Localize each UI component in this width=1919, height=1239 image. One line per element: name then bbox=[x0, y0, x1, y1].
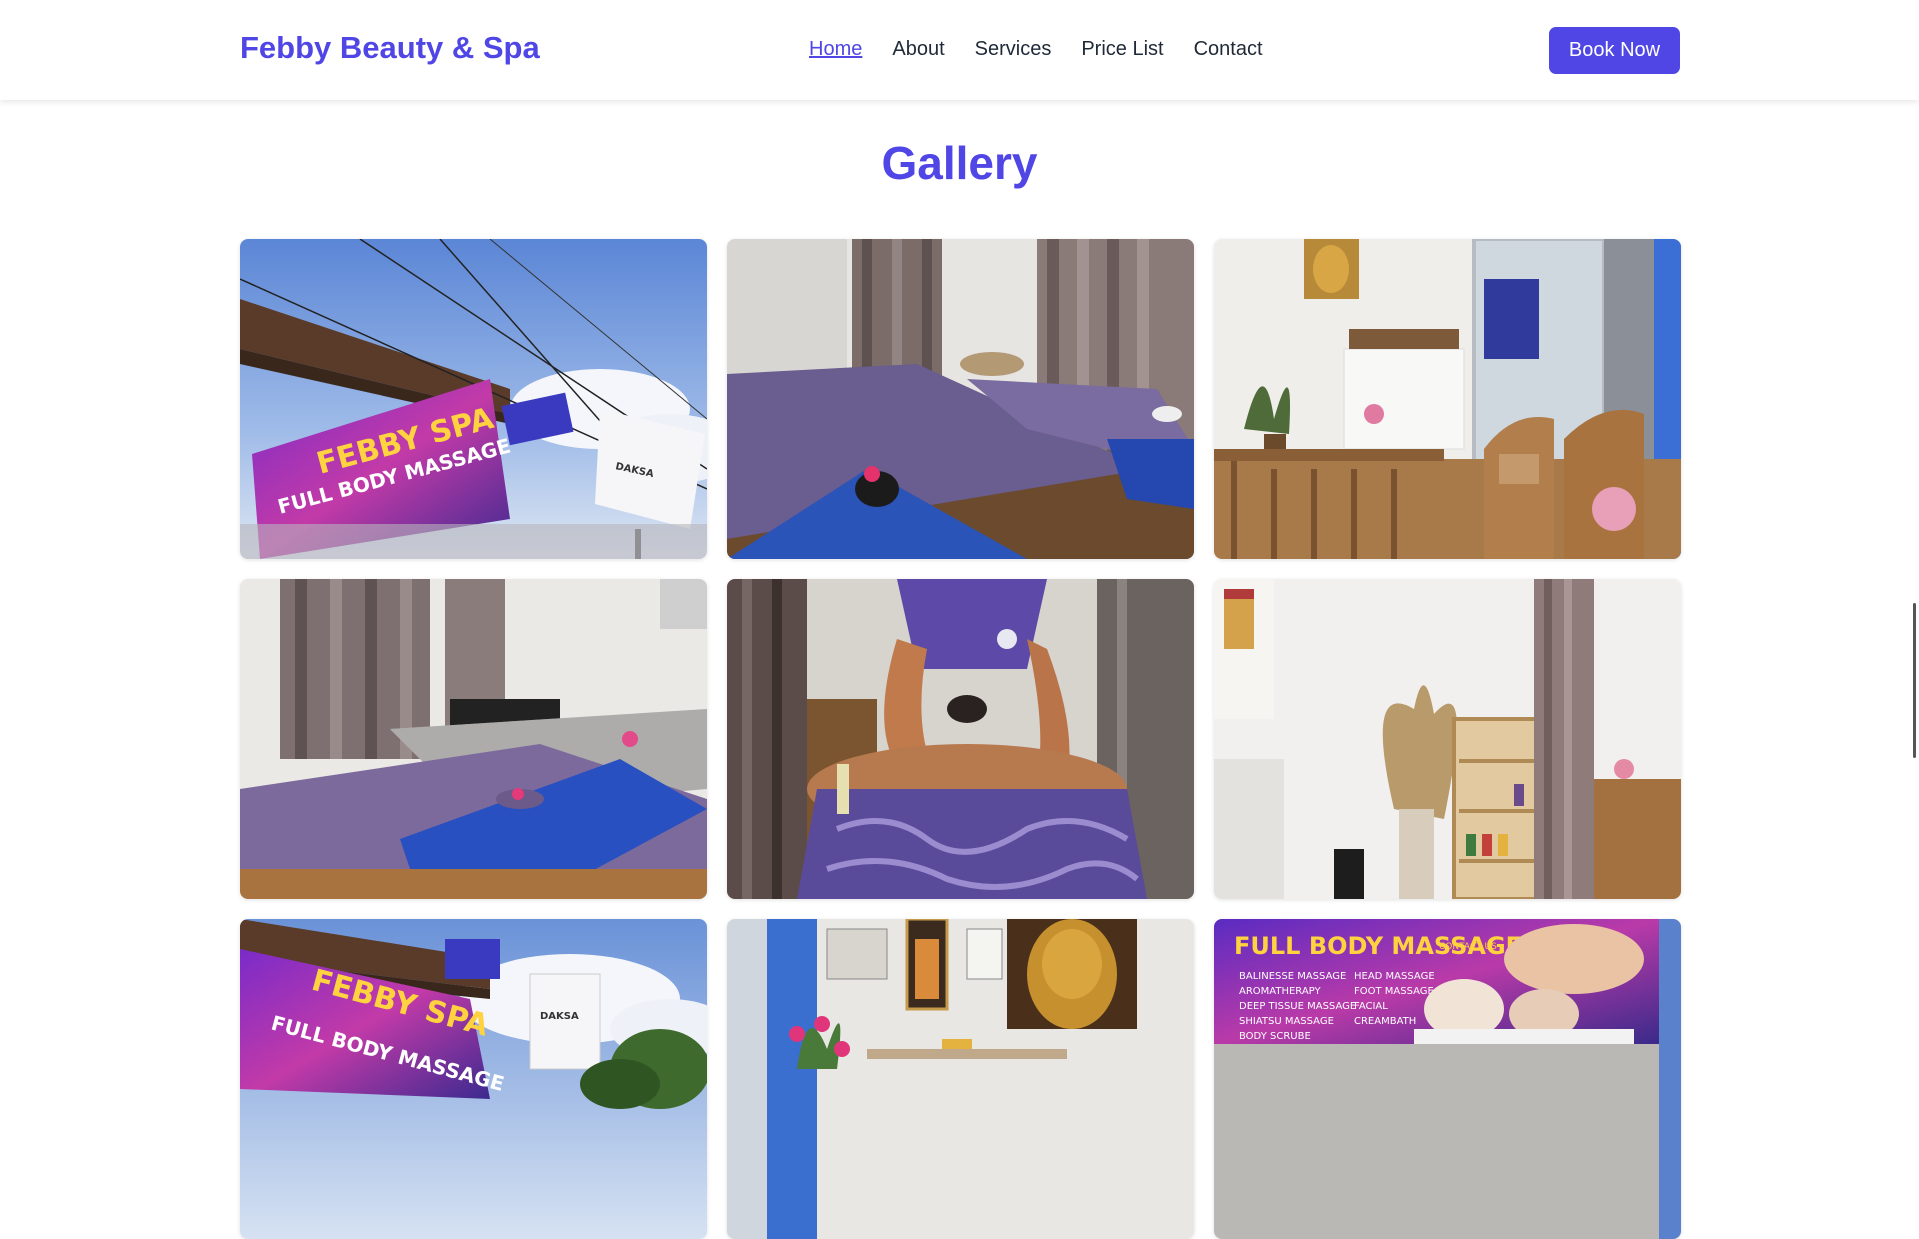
gallery-photo-massage-session[interactable] bbox=[727, 579, 1194, 899]
nav-link-about[interactable]: About bbox=[892, 38, 944, 61]
banner-service-8: FACIAL bbox=[1354, 1001, 1388, 1012]
gallery-photo-massage-beds[interactable] bbox=[727, 239, 1194, 559]
corner-decor-image bbox=[1214, 579, 1681, 899]
nav-link-contact[interactable]: Contact bbox=[1194, 38, 1263, 61]
banner-service-3: DEEP TISSUE MASSAGE bbox=[1239, 1001, 1356, 1012]
main-nav: Home About Services Price List Contact bbox=[809, 38, 1263, 61]
massage-session-image bbox=[727, 579, 1194, 899]
book-now-button[interactable]: Book Now bbox=[1549, 27, 1680, 74]
storefront-sign-image: FEBBY SPA FULL BODY MASSAGE DAKSA bbox=[240, 239, 707, 559]
gallery-photo-lobby[interactable] bbox=[1214, 239, 1681, 559]
gallery-photo-buddha-wall[interactable] bbox=[727, 919, 1194, 1239]
banner-service-2: AROMATHERAPY bbox=[1239, 986, 1321, 997]
gallery-photo-massage-bed-close[interactable] bbox=[240, 579, 707, 899]
banner-service-1: BALINESSE MASSAGE bbox=[1239, 971, 1346, 982]
gallery-grid: FEBBY SPA FULL BODY MASSAGE DAKSA FEBBY … bbox=[240, 239, 1681, 1239]
banner-contact: CONTACT US bbox=[1439, 942, 1497, 952]
banner-service-5: BODY SCRUBE bbox=[1239, 1031, 1311, 1042]
brand-logo-text[interactable]: Febby Beauty & Spa bbox=[240, 30, 540, 66]
top-navbar: Febby Beauty & Spa Home About Services P… bbox=[0, 0, 1919, 100]
page-scrollbar-thumb[interactable] bbox=[1913, 603, 1916, 758]
sign-2-text-daksa: DAKSA bbox=[540, 1011, 579, 1022]
banner-service-6: HEAD MASSAGE bbox=[1354, 971, 1435, 982]
storefront-sign-2-image: FEBBY SPA FULL BODY MASSAGE DAKSA bbox=[240, 919, 707, 1239]
banner-service-4: SHIATSU MASSAGE bbox=[1239, 1016, 1334, 1027]
banner-service-9: CREAMBATH bbox=[1354, 1016, 1416, 1027]
lobby-image bbox=[1214, 239, 1681, 559]
banner-image: FULL BODY MASSAGE BALINESSE MASSAGE AROM… bbox=[1214, 919, 1681, 1239]
nav-link-services[interactable]: Services bbox=[975, 38, 1052, 61]
nav-link-price-list[interactable]: Price List bbox=[1081, 38, 1163, 61]
gallery-title: Gallery bbox=[881, 137, 1038, 189]
gallery-photo-storefront-sign[interactable]: FEBBY SPA FULL BODY MASSAGE DAKSA bbox=[240, 239, 707, 559]
massage-beds-image bbox=[727, 239, 1194, 559]
gallery-photo-corner-decor[interactable] bbox=[1214, 579, 1681, 899]
gallery-photo-banner[interactable]: FULL BODY MASSAGE BALINESSE MASSAGE AROM… bbox=[1214, 919, 1681, 1239]
nav-link-home[interactable]: Home bbox=[809, 38, 862, 61]
buddha-wall-image bbox=[727, 919, 1194, 1239]
gallery-photo-storefront-sign-2[interactable]: FEBBY SPA FULL BODY MASSAGE DAKSA bbox=[240, 919, 707, 1239]
banner-service-7: FOOT MASSAGE bbox=[1354, 986, 1434, 997]
massage-bed-close-image bbox=[240, 579, 707, 899]
